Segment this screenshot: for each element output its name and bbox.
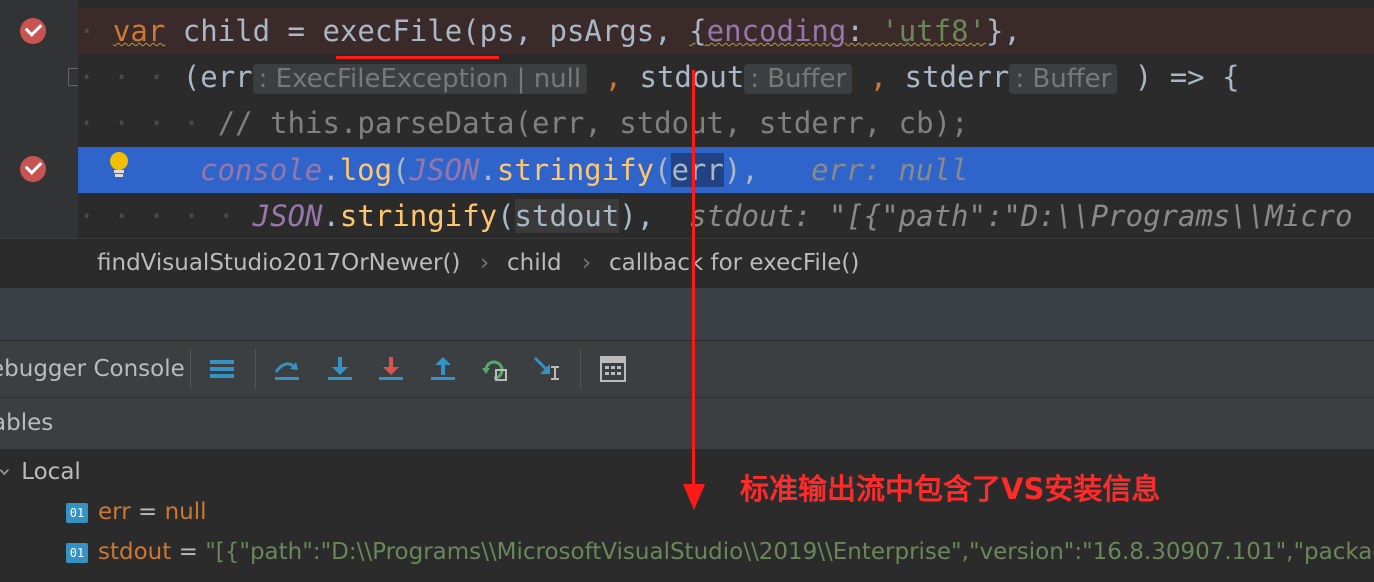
- annotation-arrowhead: [683, 484, 705, 510]
- panel-divider: [0, 288, 1374, 340]
- param-stderr: stderr: [904, 60, 1010, 94]
- code-line-4-current: console.log(JSON.stringify(err), err: nu…: [78, 147, 1374, 193]
- prop-encoding: encoding: [706, 14, 847, 48]
- paren: (: [497, 199, 515, 233]
- operator: =: [270, 14, 323, 48]
- debugger-toolbar: ebugger Console: [0, 340, 1374, 398]
- dot: .: [322, 199, 340, 233]
- variable-name: err: [98, 499, 131, 525]
- evaluate-icon[interactable]: [598, 354, 628, 384]
- string-utf8: 'utf8': [881, 14, 987, 48]
- type-hint-err: : ExecFileException | null: [252, 64, 588, 94]
- editor-gutter: [0, 0, 86, 238]
- equals: =: [171, 539, 206, 565]
- equals: =: [130, 499, 165, 525]
- paren: (: [182, 60, 201, 94]
- paren: (: [462, 14, 480, 48]
- arg-ps: ps: [479, 14, 515, 48]
- keyword-var: var: [112, 14, 166, 48]
- breadcrumb: findVisualStudio2017OrNewer() › child › …: [0, 238, 1374, 289]
- json-object: JSON: [252, 199, 323, 233]
- brace: {: [689, 14, 707, 48]
- breakpoint-icon[interactable]: [20, 156, 46, 182]
- step-over-icon[interactable]: [272, 354, 302, 384]
- code-line-5: · · · · · JSON.stringify(stdout), stdout…: [78, 199, 1353, 233]
- dot: .: [479, 153, 497, 187]
- close-brace: },: [986, 14, 1021, 48]
- code-comment: // this.parseData(err, stdout, stderr, c…: [217, 106, 969, 140]
- arg-err: err: [671, 153, 724, 187]
- variable-name: stdout: [98, 539, 172, 565]
- method-stringify: stringify: [339, 199, 498, 233]
- paren-close: ),: [723, 153, 759, 187]
- comma: ,: [514, 14, 550, 48]
- breadcrumb-item[interactable]: findVisualStudio2017OrNewer(): [97, 250, 460, 276]
- dot: .: [322, 153, 340, 187]
- tree-node-local[interactable]: ›Local: [0, 459, 81, 485]
- annotation-text: 标准输出流中包含了VS安装信息: [740, 472, 1161, 506]
- param-err: err: [200, 60, 253, 94]
- force-step-into-icon[interactable]: [376, 354, 406, 384]
- step-into-icon[interactable]: [325, 354, 355, 384]
- breakpoint-icon[interactable]: [20, 18, 46, 44]
- type-hint-stderr: : Buffer: [1009, 64, 1118, 94]
- step-out-icon[interactable]: [428, 354, 458, 384]
- comma: ,: [587, 60, 640, 94]
- arg-stdout: stdout: [514, 199, 620, 233]
- show-execution-point-icon[interactable]: [208, 354, 238, 384]
- arrow-open: ) => {: [1117, 60, 1240, 94]
- variable-child: child: [182, 14, 271, 48]
- chevron-right-icon: ›: [582, 250, 592, 276]
- variable-row[interactable]: 01 err = null: [66, 499, 207, 525]
- paren: (: [392, 153, 410, 187]
- comma: ,: [852, 60, 905, 94]
- console-object: console: [200, 153, 323, 187]
- code-line-2: · · · (err: ExecFileException | null , s…: [78, 60, 1240, 94]
- inline-value-stdout: stdout: "[{"path":"D:\\Programs\\Micro: [689, 199, 1353, 233]
- code-line-3: · · · · // this.parseData(err, stdout, s…: [78, 106, 969, 140]
- run-to-cursor-icon[interactable]: [532, 354, 562, 384]
- inline-value-err: err: null: [811, 153, 969, 187]
- code-editor[interactable]: · var child = execFile(ps, psArgs, {enco…: [78, 0, 1374, 238]
- variables-title: ables: [0, 410, 54, 436]
- variables-tree: ›Local 01 err = null 01 stdout = "[{"path"…: [0, 449, 1374, 582]
- comma: ,: [654, 14, 690, 48]
- paren: (: [654, 153, 672, 187]
- chevron-right-icon: ›: [480, 250, 490, 276]
- chevron-down-icon[interactable]: ›: [0, 467, 18, 476]
- variable-value: null: [164, 499, 207, 525]
- divider: [255, 349, 256, 389]
- arg-psargs: psArgs: [549, 14, 655, 48]
- breadcrumb-item[interactable]: callback for execFile(): [609, 250, 859, 276]
- primitive-icon: 01: [66, 542, 88, 563]
- variables-header: ables: [0, 397, 1374, 450]
- json-object: JSON: [409, 153, 480, 187]
- scope-label: Local: [21, 459, 81, 485]
- lightbulb-icon[interactable]: [108, 149, 130, 179]
- tab-debugger-console[interactable]: ebugger Console: [0, 356, 185, 382]
- paren-close: ),: [619, 199, 655, 233]
- code-line-1: · var child = execFile(ps, psArgs, {enco…: [78, 8, 1374, 54]
- divider: [580, 349, 581, 389]
- method-log: log: [339, 153, 393, 187]
- drop-frame-icon[interactable]: [480, 354, 510, 384]
- colon: :: [846, 14, 882, 48]
- variable-row[interactable]: 01 stdout = "[{"path":"D:\\Programs\\Micr…: [66, 539, 1374, 565]
- method-stringify: stringify: [496, 153, 654, 187]
- variable-value: "[{"path":"D:\\Programs\\MicrosoftVisual…: [205, 539, 1374, 565]
- annotation-arrow: [692, 70, 695, 490]
- annotation-underline: [336, 56, 499, 59]
- type-hint-stdout: : Buffer: [744, 64, 853, 94]
- function-execfile: execFile: [322, 14, 463, 48]
- primitive-icon: 01: [66, 502, 88, 523]
- breadcrumb-item[interactable]: child: [507, 250, 562, 276]
- divider: [190, 349, 191, 389]
